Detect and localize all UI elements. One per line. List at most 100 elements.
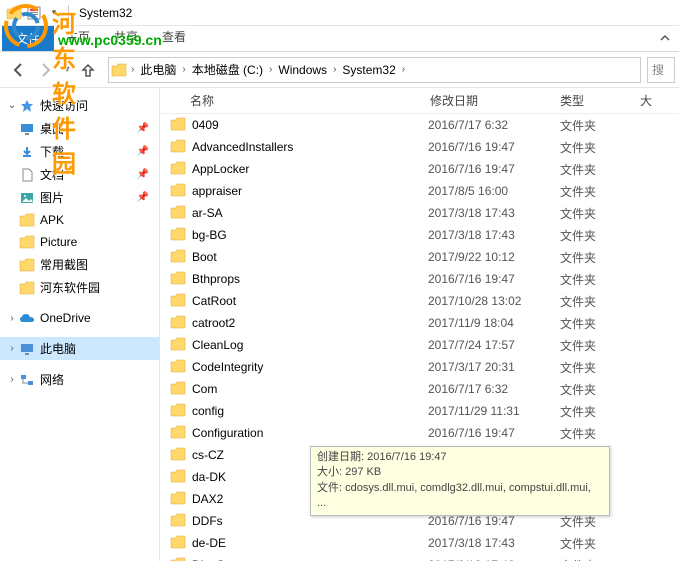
sidebar-item-label: OneDrive xyxy=(40,311,91,325)
file-name: AppLocker xyxy=(192,162,428,176)
folder-icon xyxy=(170,161,188,177)
file-type: 文件夹 xyxy=(560,139,640,156)
tab-share[interactable]: 共享 xyxy=(102,24,150,51)
file-name: bg-BG xyxy=(192,228,428,242)
folder-icon xyxy=(170,425,188,441)
folder-icon xyxy=(170,535,188,551)
search-placeholder: 搜 xyxy=(652,61,664,78)
file-type: 文件夹 xyxy=(560,183,640,200)
crumb-system32[interactable]: System32 xyxy=(338,63,399,77)
chevron-right-icon[interactable]: › xyxy=(400,64,407,75)
file-name: CatRoot xyxy=(192,294,428,308)
sidebar-item-label: APK xyxy=(40,213,64,227)
file-row[interactable]: catroot22017/11/9 18:04文件夹 xyxy=(160,312,679,334)
file-row[interactable]: Com2016/7/17 6:32文件夹 xyxy=(160,378,679,400)
folder-icon xyxy=(18,212,36,228)
folder-icon xyxy=(170,381,188,397)
sidebar-documents[interactable]: 文档 📌 xyxy=(0,163,159,186)
file-type: 文件夹 xyxy=(560,359,640,376)
pin-icon: 📌 xyxy=(137,192,155,203)
file-row[interactable]: bg-BG2017/3/18 17:43文件夹 xyxy=(160,224,679,246)
sidebar-picture-en[interactable]: Picture xyxy=(0,231,159,253)
chevron-right-icon[interactable]: › xyxy=(6,313,18,324)
folder-tooltip: 创建日期: 2016/7/16 19:47 大小: 297 KB 文件: cdo… xyxy=(310,446,610,516)
file-row[interactable]: 04092016/7/17 6:32文件夹 xyxy=(160,114,679,136)
folder-icon xyxy=(18,257,36,273)
file-row[interactable]: CleanLog2017/7/24 17:57文件夹 xyxy=(160,334,679,356)
computer-icon xyxy=(18,341,36,357)
file-row[interactable]: ar-SA2017/3/18 17:43文件夹 xyxy=(160,202,679,224)
qat-dropdown-icon[interactable]: ▾ xyxy=(46,5,62,21)
file-row[interactable]: Boot2017/9/22 10:12文件夹 xyxy=(160,246,679,268)
chevron-right-icon[interactable]: › xyxy=(129,64,136,75)
sidebar-hedong[interactable]: 河东软件园 xyxy=(0,276,159,299)
up-button[interactable] xyxy=(74,56,102,84)
file-date: 2017/3/18 17:43 xyxy=(428,536,560,550)
column-name[interactable]: 名称 xyxy=(190,92,430,109)
file-name: appraiser xyxy=(192,184,428,198)
chevron-right-icon[interactable]: › xyxy=(6,343,18,354)
window-title: System32 xyxy=(79,6,132,20)
file-date: 2017/3/17 20:31 xyxy=(428,360,560,374)
chevron-right-icon[interactable]: › xyxy=(267,64,274,75)
column-type[interactable]: 类型 xyxy=(560,92,640,109)
file-row[interactable]: Configuration2016/7/16 19:47文件夹 xyxy=(160,422,679,444)
file-row[interactable]: AppLocker2016/7/16 19:47文件夹 xyxy=(160,158,679,180)
file-name: Boot xyxy=(192,250,428,264)
file-row[interactable]: Bthprops2016/7/16 19:47文件夹 xyxy=(160,268,679,290)
tooltip-files: 文件: cdosys.dll.mui, comdlg32.dll.mui, co… xyxy=(317,481,603,512)
folder-icon xyxy=(170,117,188,133)
file-row[interactable]: AdvancedInstallers2016/7/16 19:47文件夹 xyxy=(160,136,679,158)
file-date: 2016/7/16 19:47 xyxy=(428,272,560,286)
file-row[interactable]: CodeIntegrity2017/3/17 20:31文件夹 xyxy=(160,356,679,378)
sidebar-this-pc[interactable]: › 此电脑 xyxy=(0,337,159,360)
chevron-right-icon[interactable]: › xyxy=(331,64,338,75)
back-button[interactable] xyxy=(4,56,32,84)
sidebar-onedrive[interactable]: › OneDrive xyxy=(0,307,159,329)
address-bar[interactable]: › 此电脑 › 本地磁盘 (C:) › Windows › System32 › xyxy=(108,57,641,83)
properties-icon[interactable] xyxy=(26,5,42,21)
file-row[interactable]: appraiser2017/8/5 16:00文件夹 xyxy=(160,180,679,202)
tab-view[interactable]: 查看 xyxy=(150,24,198,51)
folder-icon xyxy=(170,293,188,309)
ribbon-expand-icon[interactable] xyxy=(651,28,679,51)
pin-icon: 📌 xyxy=(137,169,155,180)
chevron-right-icon[interactable]: › xyxy=(6,374,18,385)
file-type: 文件夹 xyxy=(560,117,640,134)
crumb-local-disk[interactable]: 本地磁盘 (C:) xyxy=(188,61,267,78)
chevron-right-icon[interactable]: › xyxy=(180,64,187,75)
tab-home[interactable]: 主页 xyxy=(54,24,102,51)
column-date[interactable]: 修改日期 xyxy=(430,92,560,109)
file-row[interactable]: config2017/11/29 11:31文件夹 xyxy=(160,400,679,422)
sidebar-item-label: 文档 xyxy=(40,166,64,183)
sidebar-pictures[interactable]: 图片 📌 xyxy=(0,186,159,209)
recent-dropdown-icon[interactable]: ▾ xyxy=(60,56,74,84)
sidebar-item-label: 快速访问 xyxy=(40,97,88,114)
file-row[interactable]: de-DE2017/3/18 17:43文件夹 xyxy=(160,532,679,554)
sidebar-desktop[interactable]: 桌面 📌 xyxy=(0,117,159,140)
sidebar-quick-access[interactable]: ⌄ 快速访问 xyxy=(0,94,159,117)
file-row[interactable]: DiagSvcs2017/3/18 17:43文件夹 xyxy=(160,554,679,561)
search-input[interactable]: 搜 xyxy=(647,57,675,83)
file-date: 2017/10/28 13:02 xyxy=(428,294,560,308)
file-type: 文件夹 xyxy=(560,425,640,442)
crumb-this-pc[interactable]: 此电脑 xyxy=(136,61,180,78)
file-row[interactable]: CatRoot2017/10/28 13:02文件夹 xyxy=(160,290,679,312)
file-type: 文件夹 xyxy=(560,403,640,420)
file-name: config xyxy=(192,404,428,418)
sidebar-apk[interactable]: APK xyxy=(0,209,159,231)
chevron-down-icon[interactable]: ⌄ xyxy=(6,100,18,111)
column-size[interactable]: 大 xyxy=(640,92,679,109)
separator xyxy=(68,5,69,21)
address-folder-icon xyxy=(111,63,127,77)
sidebar-screenshots[interactable]: 常用截图 xyxy=(0,253,159,276)
tab-file[interactable]: 文件 xyxy=(2,26,54,51)
file-type: 文件夹 xyxy=(560,249,640,266)
sidebar-downloads[interactable]: 下载 📌 xyxy=(0,140,159,163)
folder-icon xyxy=(170,315,188,331)
sidebar-network[interactable]: › 网络 xyxy=(0,368,159,391)
crumb-windows[interactable]: Windows xyxy=(274,63,331,77)
forward-button[interactable] xyxy=(32,56,60,84)
desktop-icon xyxy=(18,121,36,137)
ribbon-tabs: 文件 主页 共享 查看 xyxy=(0,26,679,52)
